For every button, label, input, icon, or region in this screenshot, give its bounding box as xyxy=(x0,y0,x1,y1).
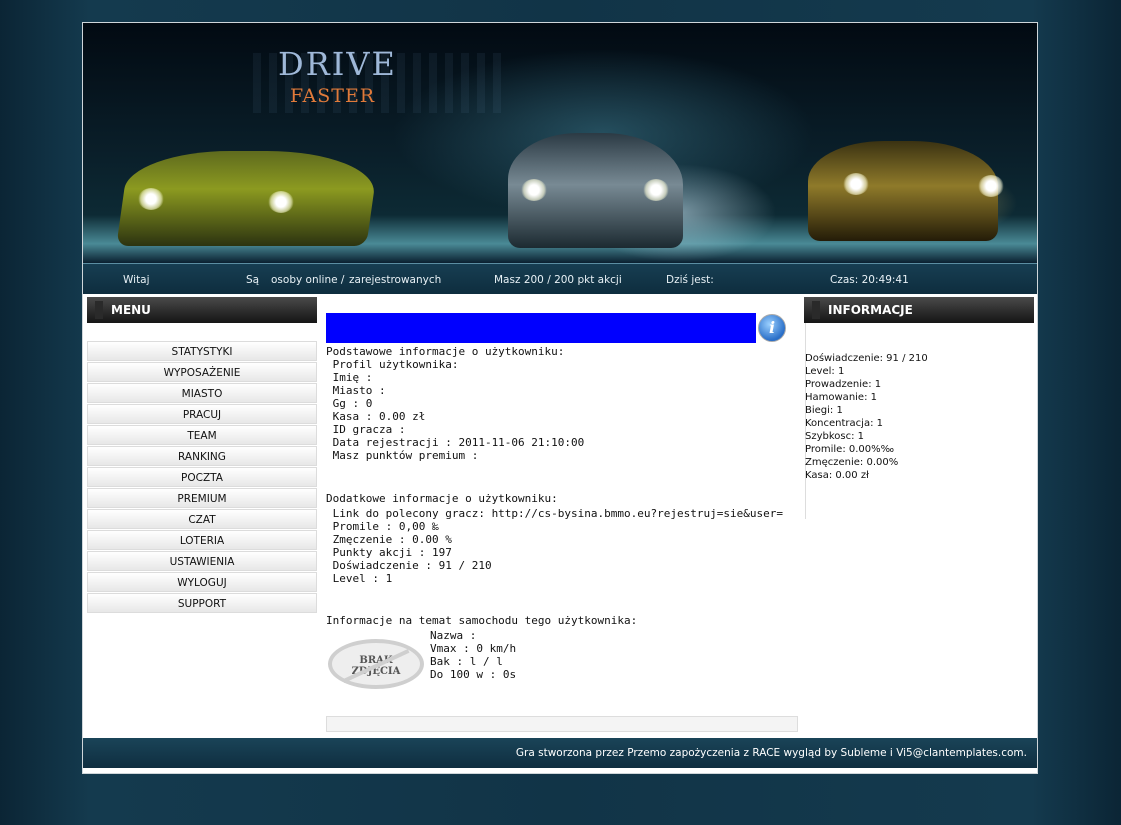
info-stat-promile: Promile: 0.00%‰ xyxy=(805,444,895,455)
info-stat-cash: Kasa: 0.00 zł xyxy=(805,470,869,481)
car-info-line: Bak : l / l xyxy=(430,655,503,668)
extra-info-line: Zmęczenie : 0.00 % xyxy=(326,533,452,546)
extra-info-title: Dodatkowe informacje o użytkowniku: xyxy=(326,492,558,505)
menu-item-czat[interactable]: CZAT xyxy=(87,509,317,529)
menu-item-statystyki[interactable]: STATYSTYKI xyxy=(87,341,317,361)
footer-bar: Gra stworzona przez Przemo zapożyczenia … xyxy=(83,738,1037,768)
clock-text: Czas: 20:49:41 xyxy=(830,274,909,286)
headlight xyxy=(268,191,294,213)
header-banner: DRIVE FASTER xyxy=(83,23,1037,263)
car-info-title: Informacje na temat samochodu tego użytk… xyxy=(326,614,638,627)
main-menu: STATYSTYKI WYPOSAŻENIE MIASTO PRACUJ TEA… xyxy=(87,341,317,614)
header-mark xyxy=(95,301,103,319)
info-stat-braking: Hamowanie: 1 xyxy=(805,392,877,403)
basic-info-line: Gg : 0 xyxy=(326,397,373,410)
headlight xyxy=(643,179,669,201)
status-bar: Witaj Są osoby online / zarejestrowanych… xyxy=(83,263,1037,294)
menu-item-wyloguj[interactable]: WYLOGUJ xyxy=(87,572,317,592)
page-container: DRIVE FASTER Witaj Są osoby online / zar… xyxy=(82,22,1038,774)
headlight xyxy=(978,175,1004,197)
info-stat-fatigue: Zmęczenie: 0.00% xyxy=(805,457,899,468)
menu-header: MENU xyxy=(87,297,317,323)
header-mark xyxy=(812,301,820,319)
basic-info-line: ID gracza : xyxy=(326,423,406,436)
menu-item-wyposazenie[interactable]: WYPOSAŻENIE xyxy=(87,362,317,382)
basic-info-title: Podstawowe informacje o użytkowniku: xyxy=(326,345,565,358)
info-stat-level: Level: 1 xyxy=(805,366,845,377)
extra-info-line: Doświadczenie : 91 / 210 xyxy=(326,559,492,572)
menu-item-team[interactable]: TEAM xyxy=(87,425,317,445)
basic-info-line: Profil użytkownika: xyxy=(326,358,459,371)
headlight xyxy=(843,173,869,195)
menu-item-poczta[interactable]: POCZTA xyxy=(87,467,317,487)
info-stats-list: Doświadczenie: 91 / 210 Level: 1 Prowadz… xyxy=(805,352,928,482)
footer-credits: Gra stworzona przez Przemo zapożyczenia … xyxy=(515,747,1027,759)
basic-info-line: Masz punktów premium : xyxy=(326,449,479,462)
basic-info-line: Miasto : xyxy=(326,384,386,397)
menu-item-pracuj[interactable]: PRACUJ xyxy=(87,404,317,424)
menu-item-ustawienia[interactable]: USTAWIENIA xyxy=(87,551,317,571)
headlight xyxy=(521,179,547,201)
basic-info-line: Kasa : 0.00 zł xyxy=(326,410,426,423)
headlight xyxy=(138,188,164,210)
registered-users-text: zarejestrowanych xyxy=(349,274,442,286)
no-photo-image: BRAK ZDJĘCIA xyxy=(328,639,424,689)
welcome-text: Witaj xyxy=(123,274,150,286)
car-info-list: Nazwa : Vmax : 0 km/h Bak : l / l Do 100… xyxy=(430,629,516,681)
menu-item-premium[interactable]: PREMIUM xyxy=(87,488,317,508)
online-prefix: Są xyxy=(246,274,260,286)
content-footer-bar xyxy=(326,716,798,732)
extra-info-line: Level : 1 xyxy=(326,572,393,585)
extra-info-line: Punkty akcji : 197 xyxy=(326,546,452,559)
profile-title-bar xyxy=(326,313,756,343)
extra-info-list: Link do polecony gracz: http://cs-bysina… xyxy=(326,507,783,585)
menu-item-support[interactable]: SUPPORT xyxy=(87,593,317,613)
car-info-line: Nazwa : xyxy=(430,629,477,642)
today-text: Dziś jest: xyxy=(666,274,714,286)
car-info-line: Do 100 w : 0s xyxy=(430,668,517,681)
car-info-line: Vmax : 0 km/h xyxy=(430,642,517,655)
basic-info-line: Imię : xyxy=(326,371,373,384)
info-stat-concentration: Koncentracja: 1 xyxy=(805,418,883,429)
info-header: INFORMACJE xyxy=(804,297,1034,323)
info-stat-driving: Prowadzenie: 1 xyxy=(805,379,882,390)
gold-car-image xyxy=(808,141,998,241)
extra-info-line: Promile : 0,00 ‰ xyxy=(326,520,439,533)
menu-item-ranking[interactable]: RANKING xyxy=(87,446,317,466)
basic-info-list: Profil użytkownika: Imię : Miasto : Gg :… xyxy=(326,358,585,462)
info-icon[interactable]: i xyxy=(758,314,786,342)
online-users-text: osoby online / xyxy=(271,274,345,286)
logo-faster-text: FASTER xyxy=(290,85,376,107)
info-stat-gears: Biegi: 1 xyxy=(805,405,843,416)
logo-drive-text: DRIVE xyxy=(278,45,397,83)
basic-info-line: Data rejestracji : 2011-11-06 21:10:00 xyxy=(326,436,585,449)
menu-item-loteria[interactable]: LOTERIA xyxy=(87,530,317,550)
menu-title: MENU xyxy=(111,303,151,317)
action-points-text: Masz 200 / 200 pkt akcji xyxy=(494,274,622,286)
info-stat-experience: Doświadczenie: 91 / 210 xyxy=(805,353,928,364)
info-stat-speed: Szybkosc: 1 xyxy=(805,431,865,442)
referral-link[interactable]: Link do polecony gracz: http://cs-bysina… xyxy=(326,507,783,520)
menu-item-miasto[interactable]: MIASTO xyxy=(87,383,317,403)
info-title: INFORMACJE xyxy=(828,303,913,317)
